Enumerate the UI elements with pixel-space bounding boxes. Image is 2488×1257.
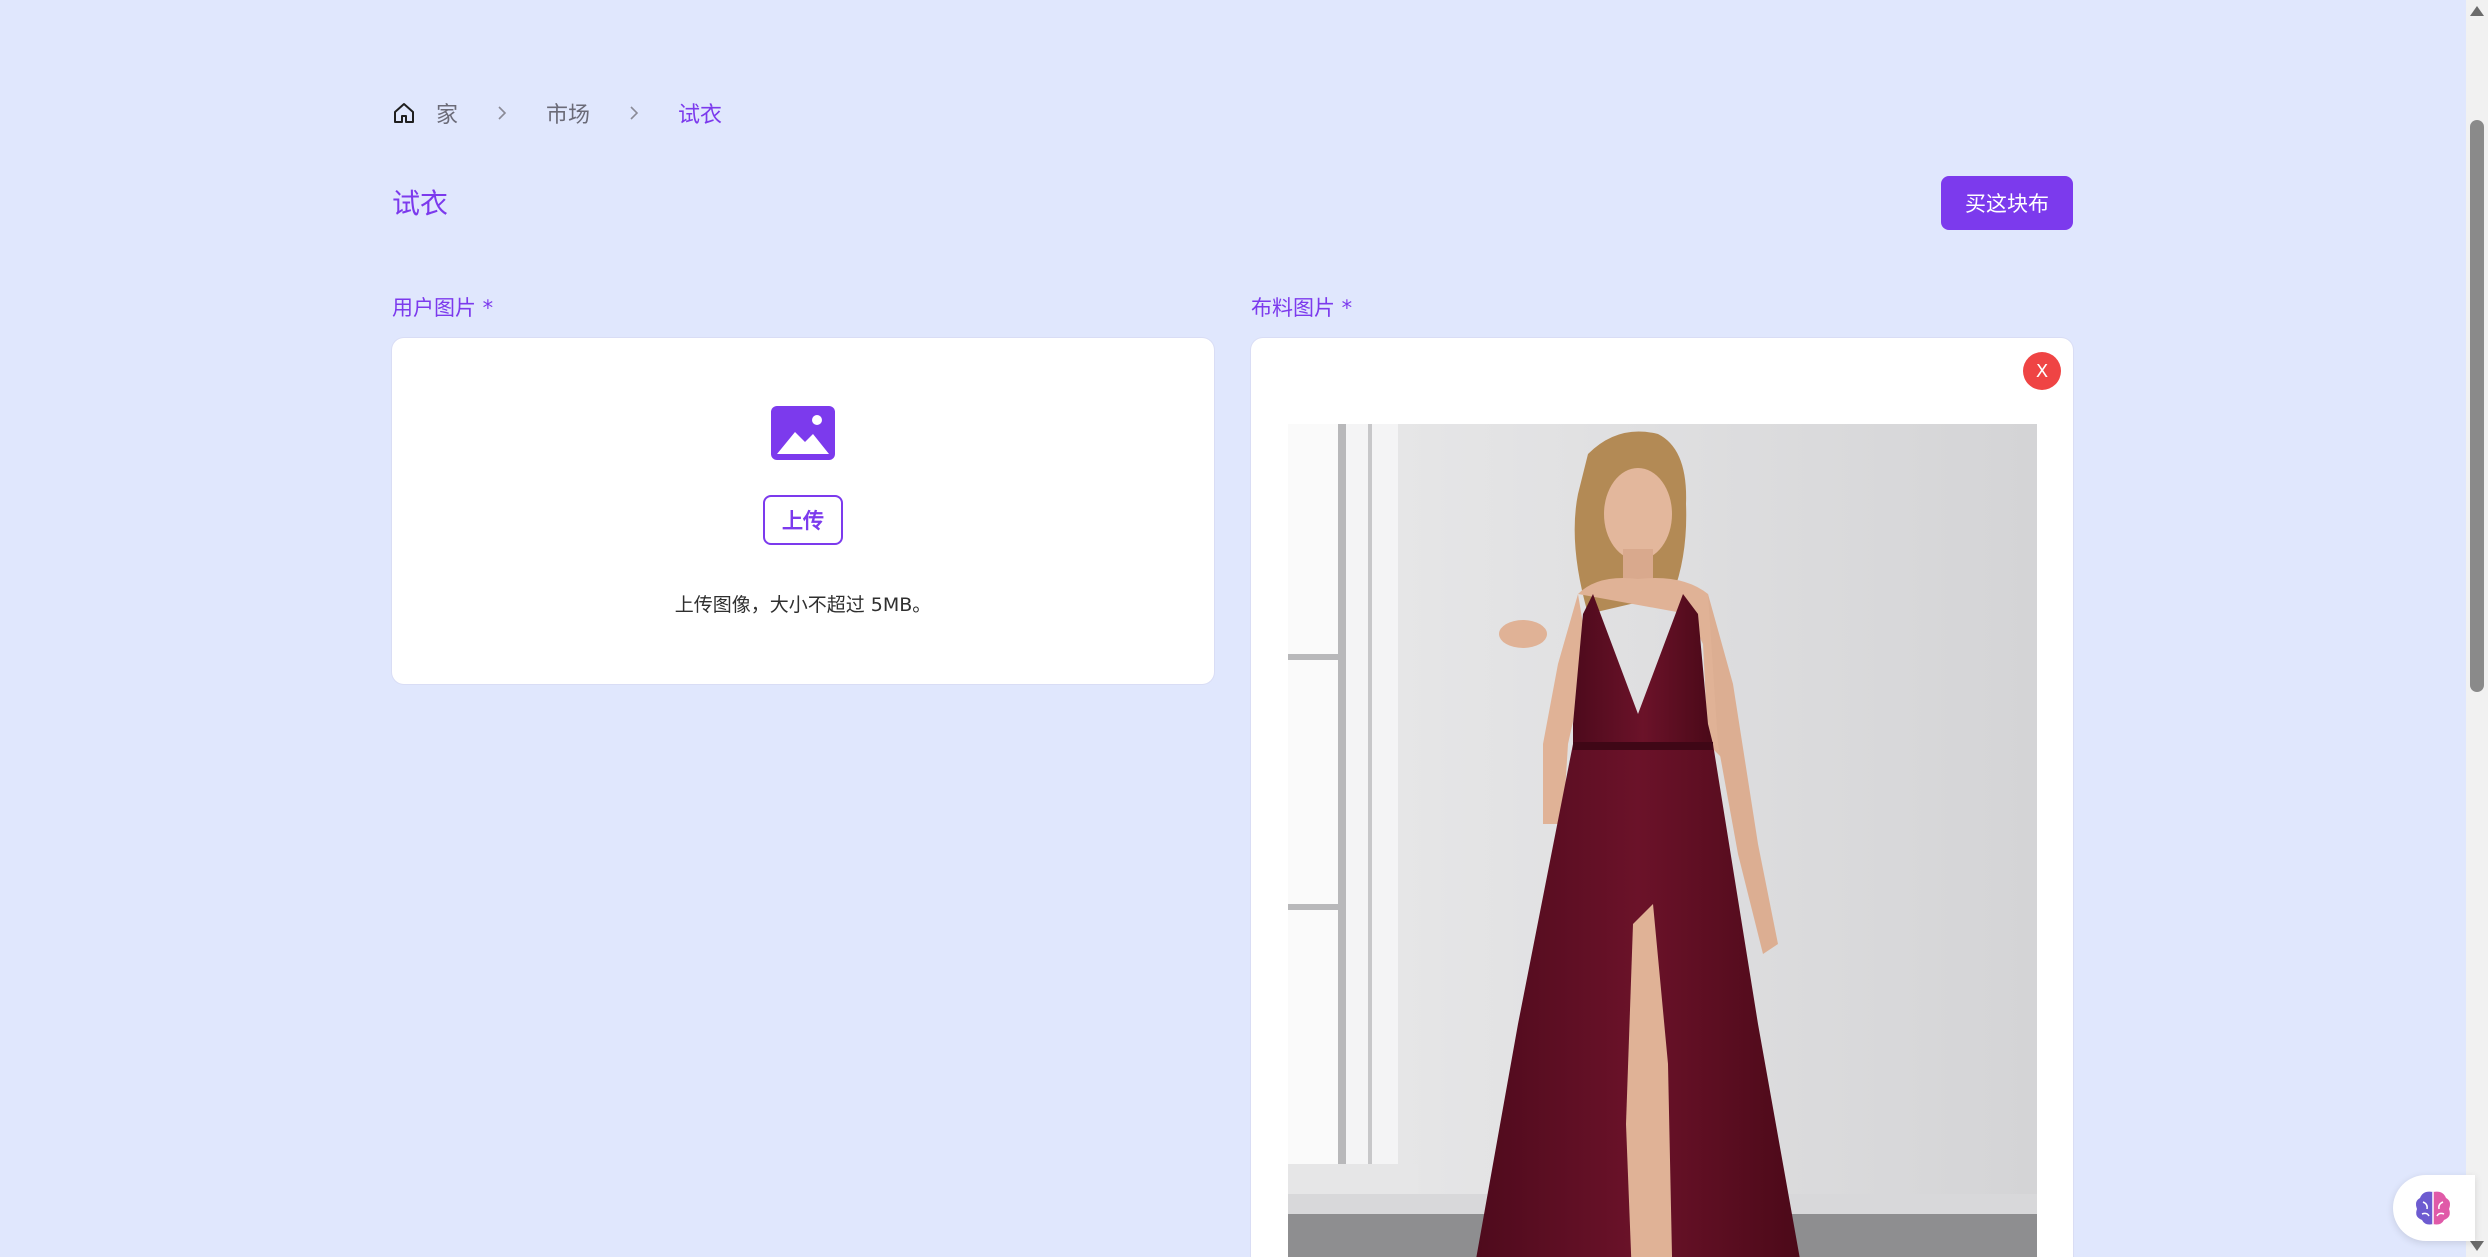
user-image-label: 用户图片 * bbox=[392, 296, 494, 320]
page-scrollbar[interactable] bbox=[2466, 0, 2488, 1257]
breadcrumb-item-market[interactable]: 市场 bbox=[546, 97, 590, 129]
user-image-dropzone[interactable]: 上传 上传图像，大小不超过 5MB。 bbox=[392, 338, 1214, 684]
buy-fabric-button[interactable]: 买这块布 bbox=[1941, 176, 2073, 230]
upload-hint: 上传图像，大小不超过 5MB。 bbox=[674, 594, 932, 616]
fabric-photo bbox=[1288, 424, 2037, 1257]
breadcrumb-item-home[interactable]: 家 bbox=[436, 97, 458, 129]
image-icon bbox=[771, 406, 835, 460]
scroll-thumb[interactable] bbox=[2470, 120, 2484, 692]
remove-image-button[interactable]: X bbox=[2023, 352, 2061, 390]
brain-icon bbox=[2416, 1191, 2450, 1225]
upload-button[interactable]: 上传 bbox=[763, 495, 843, 545]
page-title: 试衣 bbox=[392, 187, 449, 220]
try-on-page: 家 市场 试衣 试衣 买这块布 用户图片 * 布料图片 * 上传 上传图像，大小… bbox=[0, 0, 2488, 1257]
fabric-image-preview: X bbox=[1251, 338, 2073, 1257]
breadcrumb-item-current: 试衣 bbox=[678, 103, 723, 128]
dress-photo-illustration bbox=[1288, 424, 2037, 1257]
chevron-right-icon bbox=[630, 106, 639, 120]
scroll-up-arrow-icon[interactable] bbox=[2470, 6, 2484, 16]
scroll-down-arrow-icon[interactable] bbox=[2470, 1241, 2484, 1251]
fabric-image-label: 布料图片 * bbox=[1251, 296, 1353, 320]
chevron-right-icon bbox=[498, 106, 507, 120]
assistant-button[interactable] bbox=[2393, 1175, 2475, 1241]
breadcrumb: 家 市场 试衣 bbox=[392, 96, 722, 130]
home-icon[interactable] bbox=[392, 101, 416, 125]
